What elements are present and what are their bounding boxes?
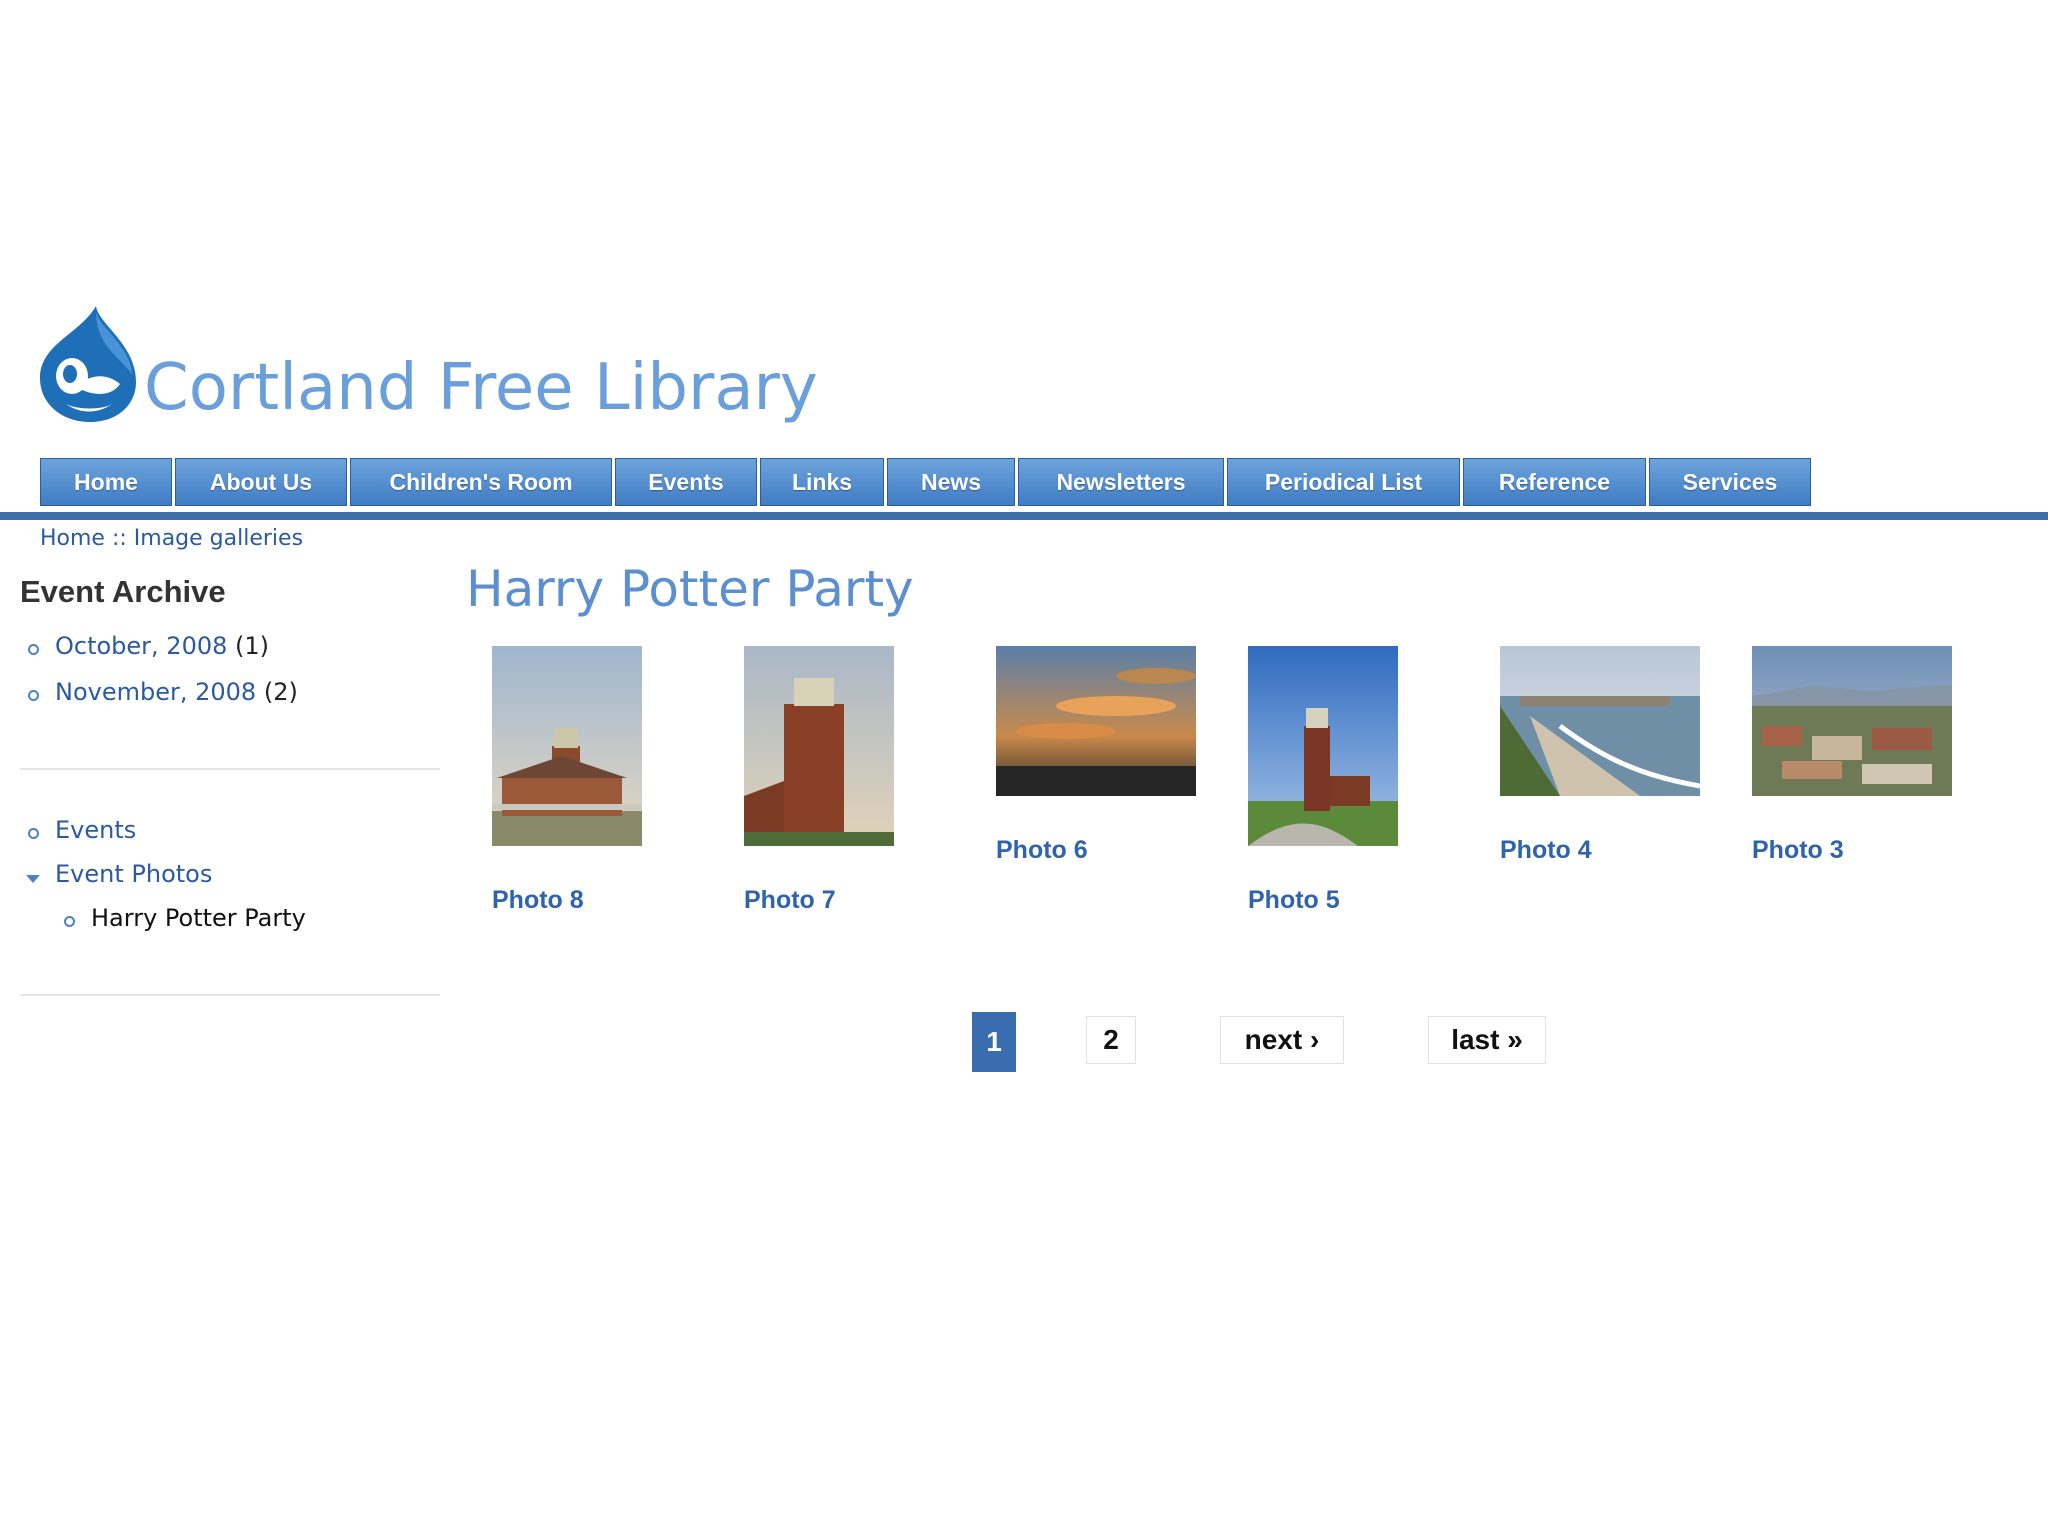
sidebar-divider bbox=[20, 994, 440, 996]
lighthouse-blue-sky-image bbox=[1248, 646, 1398, 846]
photo-3-thumbnail[interactable] bbox=[1752, 646, 1952, 796]
archive-item-october-2008: October, 2008 (1) bbox=[55, 632, 269, 660]
nav-tab-events[interactable]: Events bbox=[615, 458, 757, 506]
breadcrumb-home-link[interactable]: Home bbox=[40, 526, 105, 551]
nav-tab-newsletters[interactable]: Newsletters bbox=[1018, 458, 1224, 506]
nav-tab-childrens-room[interactable]: Children's Room bbox=[350, 458, 612, 506]
site-name-link[interactable]: Cortland Free Library bbox=[144, 356, 818, 420]
photo-3-link[interactable]: Photo 3 bbox=[1752, 836, 1844, 865]
archive-count: (2) bbox=[263, 678, 298, 706]
menu-link-harry-potter-party[interactable]: Harry Potter Party bbox=[91, 904, 306, 932]
menu-item-events: Events bbox=[55, 816, 136, 844]
nav-tab-home[interactable]: Home bbox=[40, 458, 172, 506]
pager-last-link[interactable]: last » bbox=[1428, 1016, 1546, 1064]
photo-5-link[interactable]: Photo 5 bbox=[1248, 886, 1340, 915]
menu-link-event-photos[interactable]: Event Photos bbox=[55, 860, 212, 888]
expanded-triangle-icon bbox=[26, 875, 40, 883]
menu-link-events[interactable]: Events bbox=[55, 816, 136, 844]
sidebar-divider bbox=[20, 768, 440, 770]
nav-tab-periodical-list[interactable]: Periodical List bbox=[1227, 458, 1460, 506]
archive-link-october-2008[interactable]: October, 2008 bbox=[55, 632, 227, 660]
bullet-icon bbox=[28, 828, 39, 839]
breadcrumb-image-galleries-link[interactable]: Image galleries bbox=[134, 526, 303, 551]
nav-tab-reference[interactable]: Reference bbox=[1463, 458, 1646, 506]
lighthouse-tower-image bbox=[744, 646, 894, 846]
photo-6-link[interactable]: Photo 6 bbox=[996, 836, 1088, 865]
archive-count: (1) bbox=[235, 632, 270, 660]
page: Cortland Free Library Home About Us Chil… bbox=[0, 0, 2048, 1536]
nav-divider bbox=[0, 512, 2048, 520]
archive-item-november-2008: November, 2008 (2) bbox=[55, 678, 298, 706]
pager-page-2[interactable]: 2 bbox=[1086, 1016, 1136, 1064]
photo-8-thumbnail[interactable] bbox=[492, 646, 642, 846]
photo-5-thumbnail[interactable] bbox=[1248, 646, 1398, 846]
photo-4-link[interactable]: Photo 4 bbox=[1500, 836, 1592, 865]
page-title: Harry Potter Party bbox=[466, 560, 914, 618]
breadcrumb: Home :: Image galleries bbox=[40, 526, 303, 551]
bullet-icon bbox=[28, 690, 39, 701]
photo-7-thumbnail[interactable] bbox=[744, 646, 894, 846]
bullet-icon bbox=[64, 916, 75, 927]
photo-7-link[interactable]: Photo 7 bbox=[744, 886, 836, 915]
beach-coastline-image bbox=[1500, 646, 1700, 796]
nav-tab-news[interactable]: News bbox=[887, 458, 1015, 506]
photo-4-thumbnail[interactable] bbox=[1500, 646, 1700, 796]
town-view-image bbox=[1752, 646, 1952, 796]
menu-item-harry-potter-party: Harry Potter Party bbox=[91, 904, 306, 932]
drupal-drop-logo-icon[interactable] bbox=[36, 304, 142, 424]
event-archive-heading: Event Archive bbox=[20, 574, 226, 609]
breadcrumb-separator: :: bbox=[104, 526, 134, 551]
photo-8-link[interactable]: Photo 8 bbox=[492, 886, 584, 915]
nav-tab-links[interactable]: Links bbox=[760, 458, 884, 506]
pager-next-link[interactable]: next › bbox=[1220, 1016, 1344, 1064]
nav-tab-about-us[interactable]: About Us bbox=[175, 458, 347, 506]
sunset-clouds-image bbox=[996, 646, 1196, 796]
bullet-icon bbox=[28, 644, 39, 655]
nav-tab-services[interactable]: Services bbox=[1649, 458, 1811, 506]
photo-6-thumbnail[interactable] bbox=[996, 646, 1196, 796]
pager-page-1[interactable]: 1 bbox=[972, 1012, 1016, 1072]
archive-link-november-2008[interactable]: November, 2008 bbox=[55, 678, 256, 706]
lighthouse-dusk-image bbox=[492, 646, 642, 846]
menu-item-event-photos: Event Photos bbox=[55, 860, 212, 888]
